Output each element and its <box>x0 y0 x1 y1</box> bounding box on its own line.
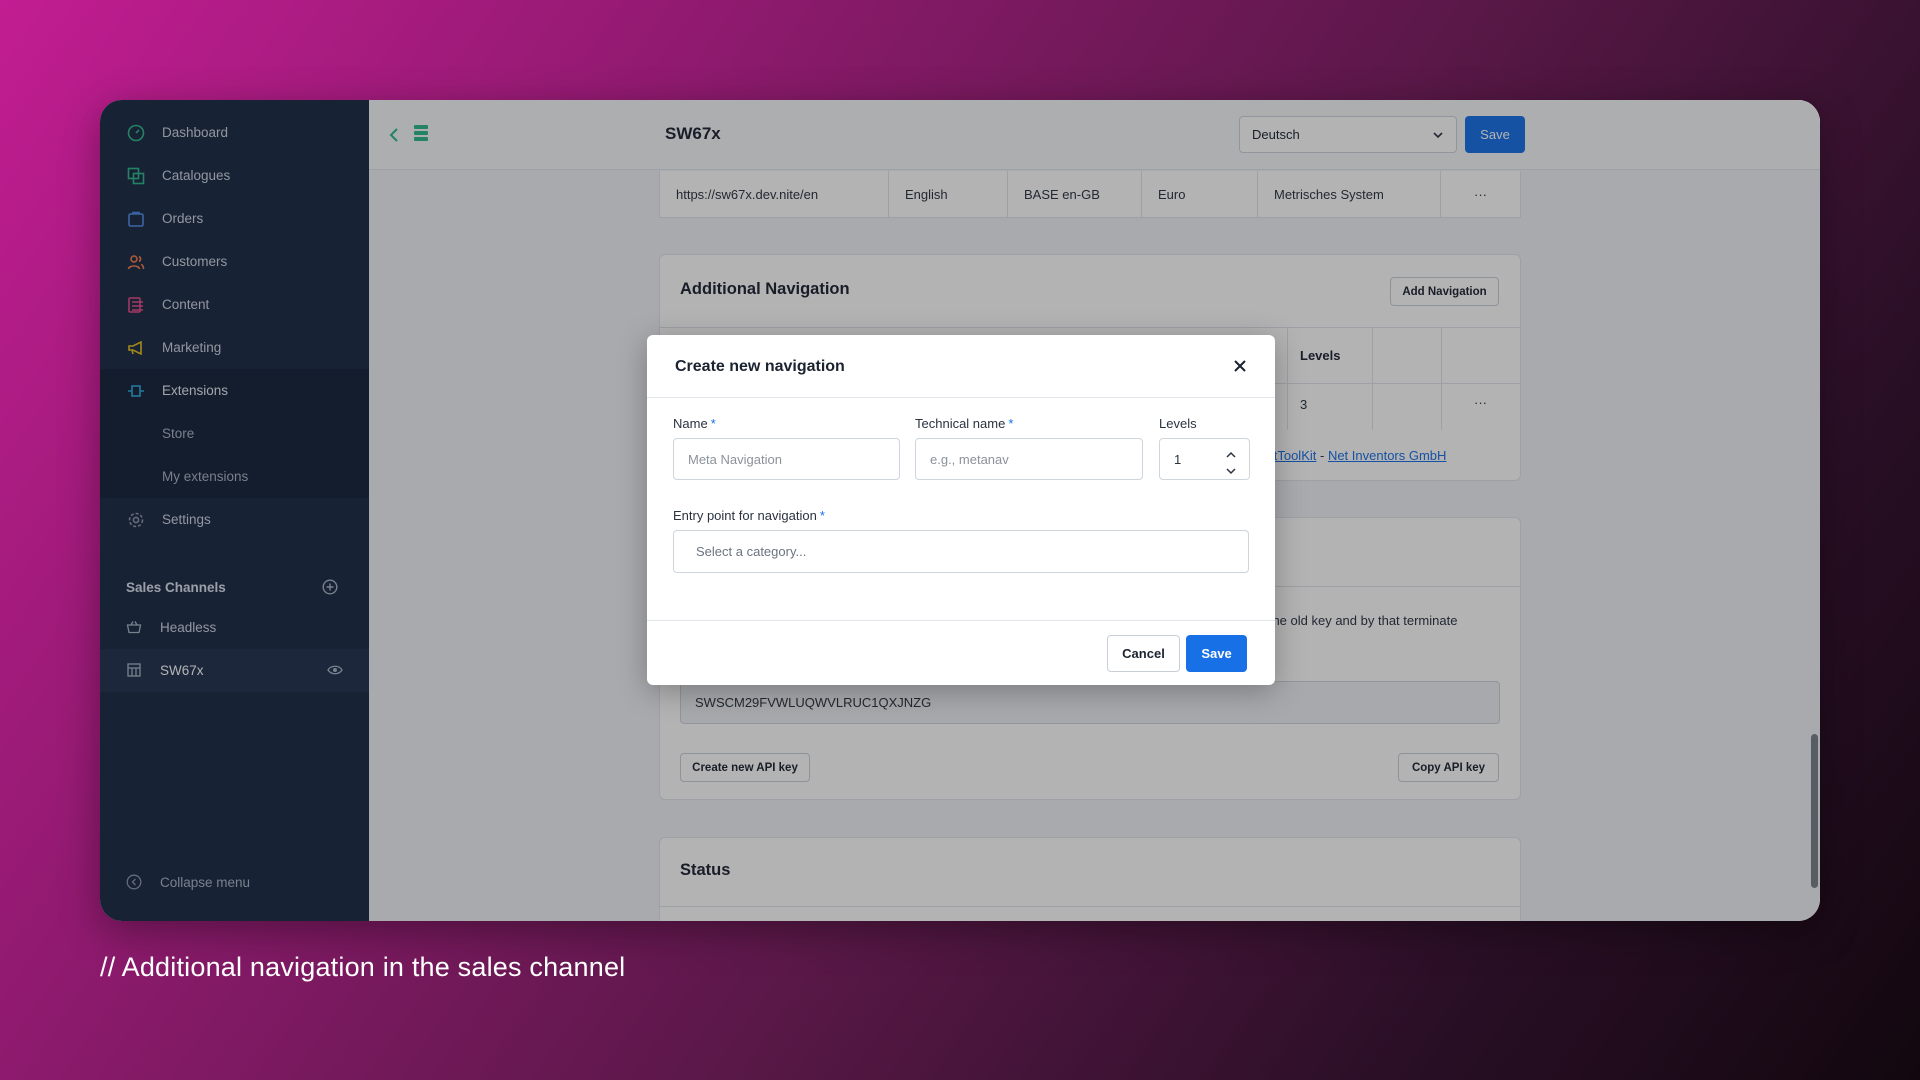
app-window: Dashboard Catalogues Orders Customers Co… <box>100 100 1820 921</box>
entry-point-label: Entry point for navigation * <box>673 508 825 523</box>
technical-name-input[interactable] <box>915 438 1143 480</box>
chevron-up-icon[interactable] <box>1225 447 1237 458</box>
entry-point-category-select[interactable]: Select a category... <box>673 530 1249 573</box>
levels-stepper[interactable]: 1 <box>1159 438 1250 480</box>
slide-caption: // Additional navigation in the sales ch… <box>100 952 626 982</box>
levels-value: 1 <box>1174 452 1182 467</box>
divider <box>647 620 1275 621</box>
close-icon[interactable] <box>1233 359 1247 373</box>
name-label: Name * <box>673 416 716 431</box>
divider <box>647 397 1275 398</box>
chevron-down-icon[interactable] <box>1225 463 1237 475</box>
modal-title: Create new navigation <box>675 358 845 375</box>
create-navigation-modal: Create new navigation Name* Technical na… <box>647 335 1275 685</box>
name-input[interactable] <box>673 438 900 480</box>
technical-name-label: Technical name * <box>915 416 1014 431</box>
levels-label: Levels <box>1159 416 1197 431</box>
cancel-button[interactable]: Cancel <box>1107 635 1180 672</box>
modal-save-button[interactable]: Save <box>1186 635 1247 672</box>
